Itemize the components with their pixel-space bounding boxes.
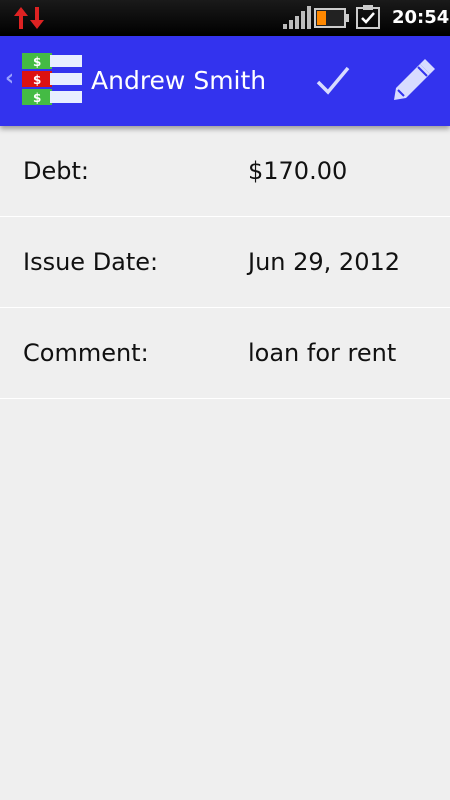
- debt-value: $170.00: [248, 157, 348, 185]
- debt-label: Debt:: [23, 157, 89, 185]
- action-bar-title: Andrew Smith: [91, 66, 267, 95]
- app-logo-icon: $ $ $: [20, 53, 84, 111]
- pencil-icon: [390, 59, 436, 108]
- detail-row-debt: Debt: $170.00: [0, 126, 450, 217]
- issue-date-label: Issue Date:: [23, 248, 159, 276]
- up-button[interactable]: ‹ $ $ $: [0, 36, 88, 126]
- logo-dollar-1: $: [33, 55, 41, 69]
- back-chevron-icon: ‹: [5, 66, 15, 91]
- detail-row-issue-date: Issue Date: Jun 29, 2012: [0, 217, 450, 308]
- comment-value: loan for rent: [248, 339, 397, 367]
- clock: 20:54: [392, 7, 450, 28]
- debt-details: Debt: $170.00 Issue Date: Jun 29, 2012 C…: [0, 126, 450, 399]
- logo-dollar-2: $: [33, 73, 41, 87]
- logo-dollar-3: $: [33, 91, 41, 105]
- checkbox-notification-icon: [356, 5, 380, 33]
- issue-date-value: Jun 29, 2012: [248, 248, 401, 276]
- status-bar: 20:54: [0, 0, 450, 36]
- confirm-button[interactable]: [310, 58, 356, 104]
- data-transfer-arrows-icon: [12, 5, 46, 35]
- battery-low-icon: [314, 7, 350, 33]
- signal-strength-icon: [283, 6, 311, 34]
- comment-label: Comment:: [23, 339, 149, 367]
- edit-button[interactable]: [390, 58, 436, 104]
- checkmark-icon: [310, 66, 356, 108]
- action-bar: ‹ $ $ $ Andrew Smith: [0, 36, 450, 126]
- detail-row-comment: Comment: loan for rent: [0, 308, 450, 399]
